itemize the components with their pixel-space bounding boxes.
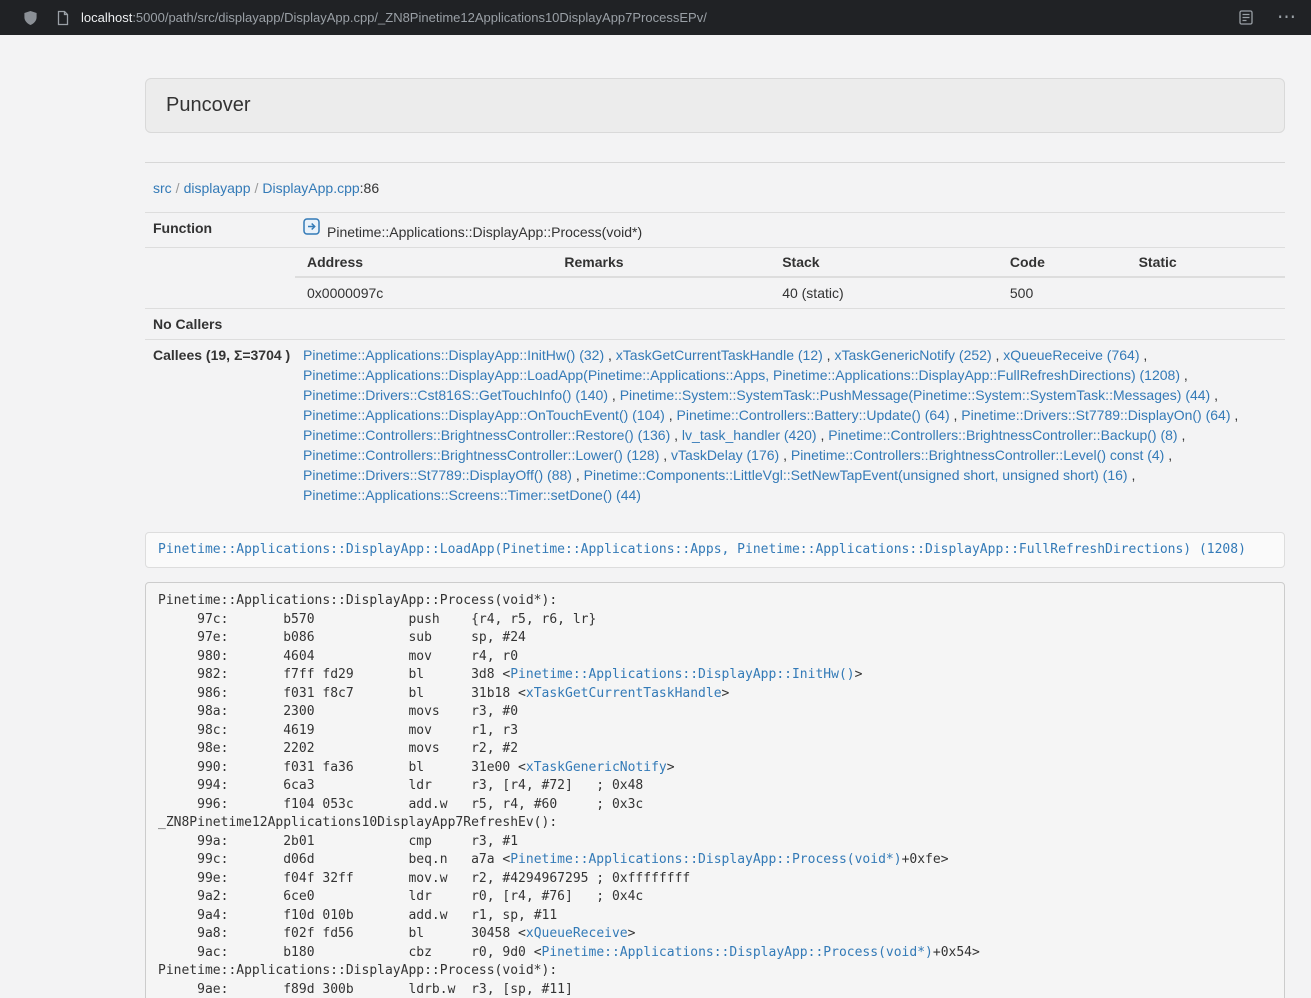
function-name-cell: Pinetime::Applications::DisplayApp::Proc… — [295, 213, 1285, 248]
callee-separator: , — [1178, 427, 1186, 443]
callees-row: Callees (19, Σ=3704 ) Pinetime::Applicat… — [145, 340, 1285, 511]
callee-separator: , — [572, 467, 584, 483]
symbol-link[interactable]: Pinetime::Applications::DisplayApp::Proc… — [542, 945, 933, 960]
function-row: Function Pinetime::Applications::Display… — [145, 213, 1285, 248]
stats-row-label-spacer — [145, 248, 295, 309]
highlighted-symbol-link[interactable]: Pinetime::Applications::DisplayApp::Load… — [158, 542, 1246, 557]
no-callers-label: No Callers — [145, 309, 295, 340]
callee-link[interactable]: Pinetime::Drivers::St7789::DisplayOff() … — [303, 467, 572, 483]
callee-separator: , — [665, 407, 677, 423]
breadcrumb-line-number: :86 — [360, 180, 379, 196]
browser-menu-icon[interactable]: ⋯ — [1277, 8, 1297, 27]
callee-link[interactable]: Pinetime::Controllers::BrightnessControl… — [303, 447, 659, 463]
breadcrumb: src/displayapp/DisplayApp.cpp:86 — [145, 163, 1285, 210]
symbol-link[interactable]: xQueueReceive — [526, 926, 628, 941]
url-bar[interactable]: localhost:5000/path/src/displayapp/Displ… — [81, 10, 1239, 25]
callee-link[interactable]: Pinetime::Applications::DisplayApp::OnTo… — [303, 407, 665, 423]
stats-header-code: Code — [998, 248, 1127, 277]
stats-header-remarks: Remarks — [552, 248, 770, 277]
no-callers-row: No Callers — [145, 309, 1285, 340]
function-label: Function — [145, 213, 295, 248]
callee-separator: , — [779, 447, 791, 463]
callee-separator: , — [1180, 367, 1188, 383]
tracking-protection-shield-icon[interactable] — [23, 10, 38, 26]
function-detail-table: Function Pinetime::Applications::Display… — [145, 212, 1285, 510]
callee-link[interactable]: Pinetime::Drivers::Cst816S::GetTouchInfo… — [303, 387, 608, 403]
callee-separator: , — [992, 347, 1004, 363]
callee-separator: , — [670, 427, 682, 443]
breadcrumb-separator: / — [172, 180, 184, 196]
callee-link[interactable]: xTaskGenericNotify (252) — [834, 347, 991, 363]
callee-separator: , — [608, 387, 620, 403]
callee-link[interactable]: Pinetime::Drivers::St7789::DisplayOn() (… — [961, 407, 1230, 423]
page-title: Puncover — [166, 94, 1264, 117]
callee-link[interactable]: Pinetime::System::SystemTask::PushMessag… — [620, 387, 1211, 403]
callee-link[interactable]: xQueueReceive (764) — [1003, 347, 1139, 363]
url-path: :5000/path/src/displayapp/DisplayApp.cpp… — [132, 10, 707, 25]
stats-table: Address Remarks Stack Code Static 0x0000… — [295, 248, 1285, 308]
callee-separator: , — [823, 347, 835, 363]
callee-separator: , — [1210, 387, 1218, 403]
callee-separator: , — [1139, 347, 1147, 363]
page-info-icon[interactable] — [56, 10, 70, 26]
url-host: localhost — [81, 10, 132, 25]
disassembly-code: Pinetime::Applications::DisplayApp::Proc… — [145, 582, 1285, 998]
callee-link[interactable]: Pinetime::Controllers::Battery::Update()… — [677, 407, 950, 423]
callee-separator: , — [950, 407, 962, 423]
callee-link[interactable]: Pinetime::Controllers::BrightnessControl… — [791, 447, 1164, 463]
callee-link[interactable]: Pinetime::Applications::Screens::Timer::… — [303, 487, 641, 503]
stats-value-code: 500 — [998, 277, 1127, 308]
callee-separator: , — [1164, 447, 1172, 463]
callee-separator: , — [1128, 467, 1136, 483]
stats-cell: Address Remarks Stack Code Static 0x0000… — [295, 248, 1285, 309]
stats-value-address: 0x0000097c — [295, 277, 552, 308]
callee-link[interactable]: Pinetime::Applications::DisplayApp::Init… — [303, 347, 604, 363]
reader-mode-icon[interactable] — [1239, 10, 1253, 25]
no-callers-cell — [295, 309, 1285, 340]
browser-chrome: localhost:5000/path/src/displayapp/Displ… — [0, 0, 1311, 35]
callees-list: Pinetime::Applications::DisplayApp::Init… — [295, 340, 1285, 511]
toolbar-right: ⋯ — [1239, 8, 1311, 27]
page-header: Puncover — [145, 78, 1285, 133]
stats-header-static: Static — [1127, 248, 1285, 277]
callee-separator: , — [604, 347, 616, 363]
callee-link[interactable]: Pinetime::Applications::DisplayApp::Load… — [303, 367, 1180, 383]
stats-header-address: Address — [295, 248, 552, 277]
callee-link[interactable]: xTaskGetCurrentTaskHandle (12) — [616, 347, 823, 363]
symbol-link[interactable]: Pinetime::Applications::DisplayApp::Proc… — [510, 852, 901, 867]
stats-value-row: 0x0000097c 40 (static) 500 — [295, 277, 1285, 308]
callee-link[interactable]: Pinetime::Components::LittleVgl::SetNewT… — [584, 467, 1128, 483]
highlighted-symbol-panel: Pinetime::Applications::DisplayApp::Load… — [145, 532, 1285, 568]
breadcrumb-item-displayapp[interactable]: displayapp — [184, 180, 251, 196]
function-icon — [303, 218, 320, 240]
page-content: Puncover src/displayapp/DisplayApp.cpp:8… — [145, 35, 1285, 998]
callee-separator: , — [817, 427, 829, 443]
stats-header-row: Address Remarks Stack Code Static — [295, 248, 1285, 277]
stats-value-static — [1127, 277, 1285, 308]
callee-link[interactable]: lv_task_handler (420) — [682, 427, 817, 443]
callee-separator: , — [659, 447, 671, 463]
function-name: Pinetime::Applications::DisplayApp::Proc… — [327, 224, 642, 240]
symbol-link[interactable]: Pinetime::Applications::DisplayApp::Init… — [510, 667, 854, 682]
stats-row: Address Remarks Stack Code Static 0x0000… — [145, 248, 1285, 309]
stats-value-stack: 40 (static) — [770, 277, 998, 308]
symbol-link[interactable]: xTaskGenericNotify — [526, 760, 667, 775]
stats-value-remarks — [552, 277, 770, 308]
stats-header-stack: Stack — [770, 248, 998, 277]
breadcrumb-item-file[interactable]: DisplayApp.cpp — [262, 180, 359, 196]
symbol-link[interactable]: xTaskGetCurrentTaskHandle — [526, 686, 722, 701]
breadcrumb-separator: / — [251, 180, 263, 196]
callees-label: Callees (19, Σ=3704 ) — [145, 340, 295, 511]
callee-separator: , — [1231, 407, 1239, 423]
callee-link[interactable]: Pinetime::Controllers::BrightnessControl… — [303, 427, 670, 443]
breadcrumb-item-src[interactable]: src — [153, 180, 172, 196]
callee-link[interactable]: Pinetime::Controllers::BrightnessControl… — [828, 427, 1177, 443]
callee-link[interactable]: vTaskDelay (176) — [671, 447, 779, 463]
